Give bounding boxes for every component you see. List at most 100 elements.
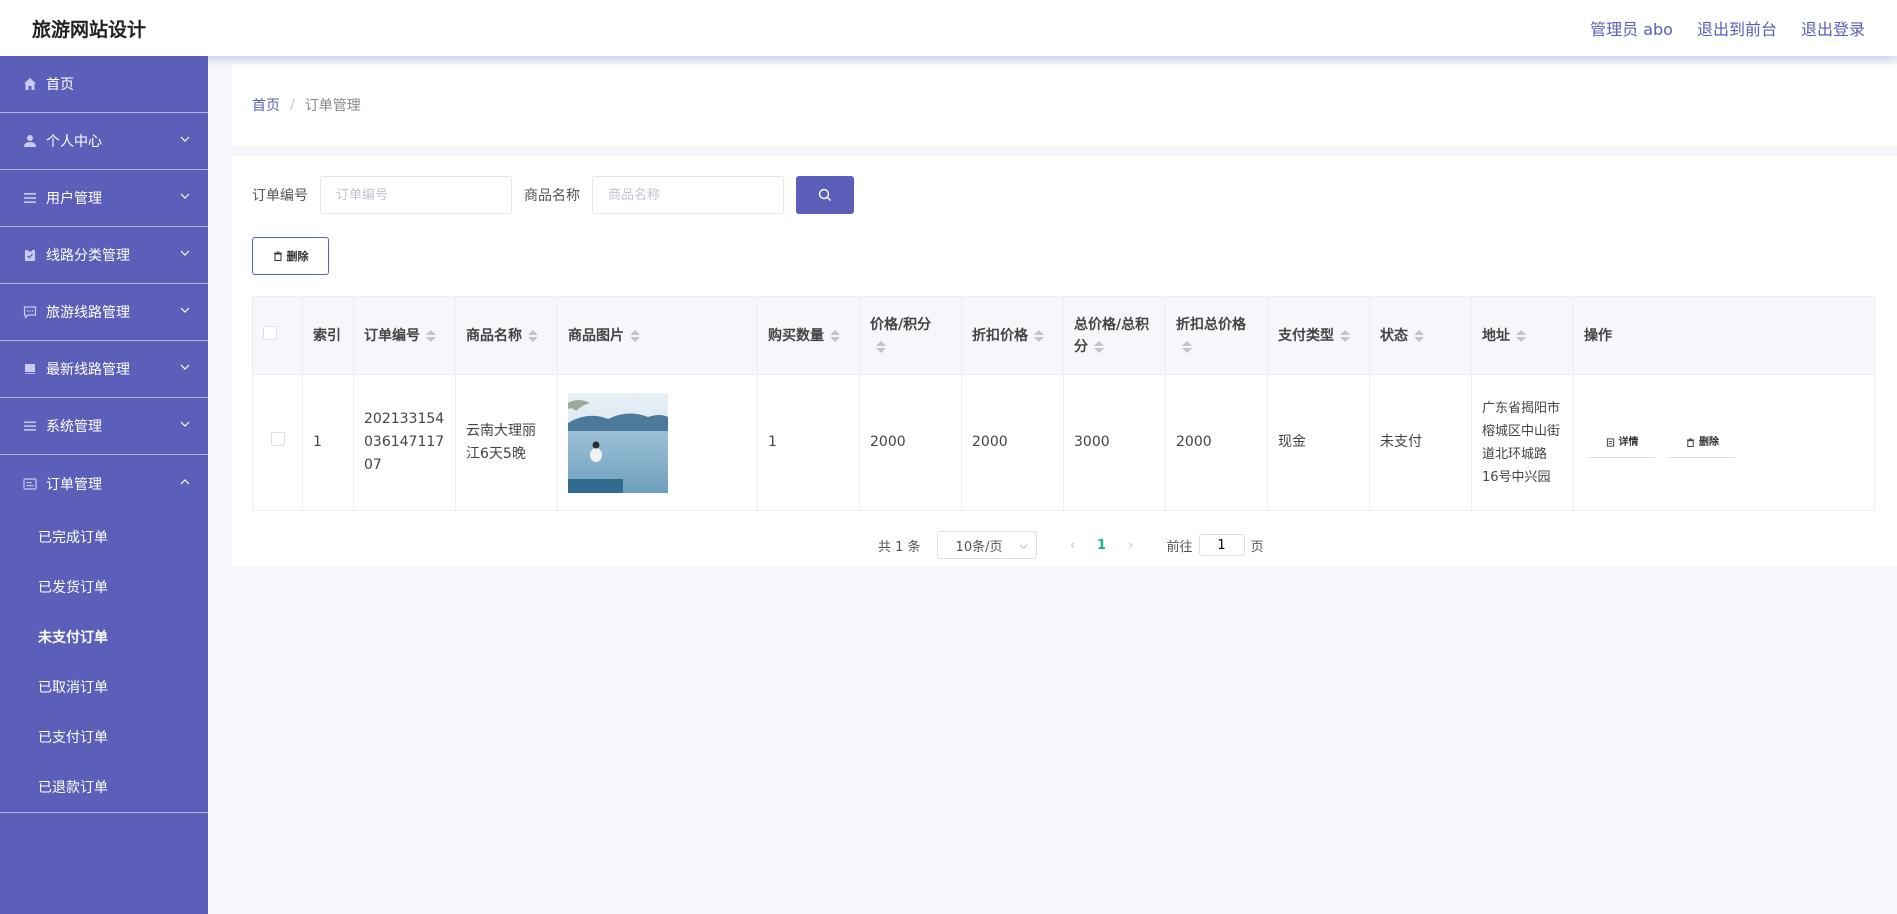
order-no-label: 订单编号	[252, 188, 308, 204]
header-status-label: 状态	[1380, 327, 1408, 344]
header-pay-type-label: 支付类型	[1278, 327, 1334, 344]
header-discount[interactable]: 折扣价格	[961, 296, 1064, 375]
orders-submenu: 已完成订单 已发货订单 未支付订单 已取消订单 已支付订单 已退款订单	[0, 512, 208, 813]
detail-label: 详情	[1618, 436, 1639, 448]
trash-icon	[1686, 437, 1695, 447]
row-checkbox[interactable]	[270, 432, 285, 446]
header-status[interactable]: 状态	[1369, 296, 1472, 375]
submenu-refunded-orders[interactable]: 已退款订单	[0, 762, 208, 812]
goto-page-input[interactable]	[1198, 534, 1245, 556]
sidebar-item-system[interactable]: 系统管理	[0, 398, 208, 455]
sidebar-item-route-category[interactable]: 线路分类管理	[0, 227, 208, 284]
header-image[interactable]: 商品图片	[557, 296, 758, 375]
order-list-panel: 订单编号 商品名称 删除 索引 订单编号 商品名称 商品图片	[232, 156, 1897, 566]
sidebar-item-travel-routes[interactable]: 旅游线路管理	[0, 284, 208, 341]
header-goods[interactable]: 商品名称	[455, 296, 558, 375]
submenu-completed-orders[interactable]: 已完成订单	[0, 512, 208, 562]
header-total[interactable]: 总价格/总积分	[1063, 296, 1166, 375]
sort-icon[interactable]	[1340, 329, 1350, 342]
header-index: 索引	[302, 296, 354, 375]
header-total-label: 总价格/总积分	[1074, 316, 1150, 355]
submenu-shipped-orders[interactable]: 已发货订单	[0, 562, 208, 612]
sidebar-item-label: 个人中心	[46, 134, 102, 150]
admin-link[interactable]: 管理员 abo	[1590, 16, 1673, 40]
search-icon	[818, 188, 831, 201]
batch-delete-button[interactable]: 删除	[252, 237, 329, 275]
table-header-row: 索引 订单编号 商品名称 商品图片 购买数量 价格/积分 折扣价格 总价格/总积…	[252, 296, 1875, 375]
chevron-down-icon	[180, 250, 190, 256]
header-price[interactable]: 价格/积分	[859, 296, 962, 375]
order-table: 索引 订单编号 商品名称 商品图片 购买数量 价格/积分 折扣价格 总价格/总积…	[252, 296, 1875, 511]
cell-discount: 2000	[961, 374, 1064, 511]
batch-delete-label: 删除	[286, 250, 309, 263]
sort-icon[interactable]	[630, 329, 640, 342]
cell-pay-type: 现金	[1267, 374, 1370, 511]
pagination: 共 1 条 10条/页 ‹ 1 › 前往 页	[878, 531, 1264, 559]
next-page-button[interactable]: ›	[1117, 538, 1145, 553]
sidebar-item-label: 订单管理	[46, 476, 102, 493]
sidebar-item-orders[interactable]: 订单管理	[0, 455, 208, 512]
chevron-down-icon	[180, 421, 190, 427]
search-bar: 订单编号 商品名称	[252, 176, 854, 214]
chat-icon	[22, 304, 38, 320]
sort-icon[interactable]	[426, 329, 436, 342]
logout-link[interactable]: 退出登录	[1801, 16, 1865, 40]
sidebar-item-home[interactable]: 首页	[0, 56, 208, 113]
cell-status: 未支付	[1369, 374, 1472, 511]
search-button[interactable]	[796, 176, 854, 214]
header-order-no-label: 订单编号	[364, 327, 420, 344]
site-title: 旅游网站设计	[32, 18, 147, 41]
breadcrumb-current: 订单管理	[304, 98, 361, 114]
header-address[interactable]: 地址	[1471, 296, 1574, 375]
sidebar-item-latest-routes[interactable]: 最新线路管理	[0, 341, 208, 398]
header-pay-type[interactable]: 支付类型	[1267, 296, 1370, 375]
sort-icon[interactable]	[1094, 340, 1104, 353]
list-icon	[22, 190, 38, 206]
breadcrumb-home[interactable]: 首页	[252, 95, 280, 115]
cell-order-no: 20213315403614711707	[353, 374, 456, 511]
menu-icon	[22, 418, 38, 434]
to-front-link[interactable]: 退出到前台	[1697, 16, 1777, 40]
sort-icon[interactable]	[1516, 329, 1526, 342]
goto-prefix: 前往	[1166, 539, 1193, 555]
header-price-label: 价格/积分	[870, 316, 932, 333]
page-size-select[interactable]: 10条/页	[936, 531, 1037, 559]
submenu-cancelled-orders[interactable]: 已取消订单	[0, 662, 208, 712]
goto-page: 前往 页	[1167, 534, 1264, 556]
header-discount-total[interactable]: 折扣总价格	[1165, 296, 1268, 375]
order-no-input[interactable]	[320, 176, 512, 214]
header-index-label: 索引	[313, 327, 341, 344]
sort-icon[interactable]	[876, 340, 886, 353]
cell-total: 3000	[1063, 374, 1166, 511]
sort-icon[interactable]	[830, 329, 840, 342]
sidebar-item-label: 最新线路管理	[46, 362, 130, 378]
clipboard-icon	[22, 247, 38, 263]
sort-icon[interactable]	[1182, 340, 1192, 353]
header-order-no[interactable]: 订单编号	[353, 296, 456, 375]
row-delete-label: 删除	[1698, 436, 1719, 448]
row-delete-button[interactable]: 删除	[1669, 428, 1736, 458]
submenu-paid-orders[interactable]: 已支付订单	[0, 712, 208, 762]
sidebar-item-personal[interactable]: 个人中心	[0, 113, 208, 170]
sort-icon[interactable]	[528, 329, 538, 342]
goods-name-input[interactable]	[592, 176, 784, 214]
page-number[interactable]: 1	[1087, 538, 1117, 553]
cell-discount-total: 2000	[1165, 374, 1268, 511]
sidebar-item-users[interactable]: 用户管理	[0, 170, 208, 227]
goods-thumbnail-image[interactable]	[568, 392, 668, 493]
header-goods-label: 商品名称	[466, 327, 522, 344]
chevron-down-icon	[180, 136, 190, 142]
sort-icon[interactable]	[1034, 329, 1044, 342]
select-all-checkbox[interactable]	[263, 325, 277, 340]
top-bar: 旅游网站设计 管理员 abo 退出到前台 退出登录	[0, 0, 1897, 56]
chevron-down-icon	[180, 364, 190, 370]
header-discount-total-label: 折扣总价格	[1176, 316, 1246, 333]
header-qty[interactable]: 购买数量	[757, 296, 860, 375]
prev-page-button[interactable]: ‹	[1059, 538, 1087, 553]
sort-icon[interactable]	[1414, 329, 1424, 342]
submenu-unpaid-orders[interactable]: 未支付订单	[0, 612, 208, 662]
sidebar-item-label: 旅游线路管理	[46, 305, 130, 321]
detail-button[interactable]: 详情	[1589, 428, 1655, 458]
chevron-down-icon	[180, 193, 190, 199]
page-size-value: 10条/页	[955, 539, 1003, 555]
